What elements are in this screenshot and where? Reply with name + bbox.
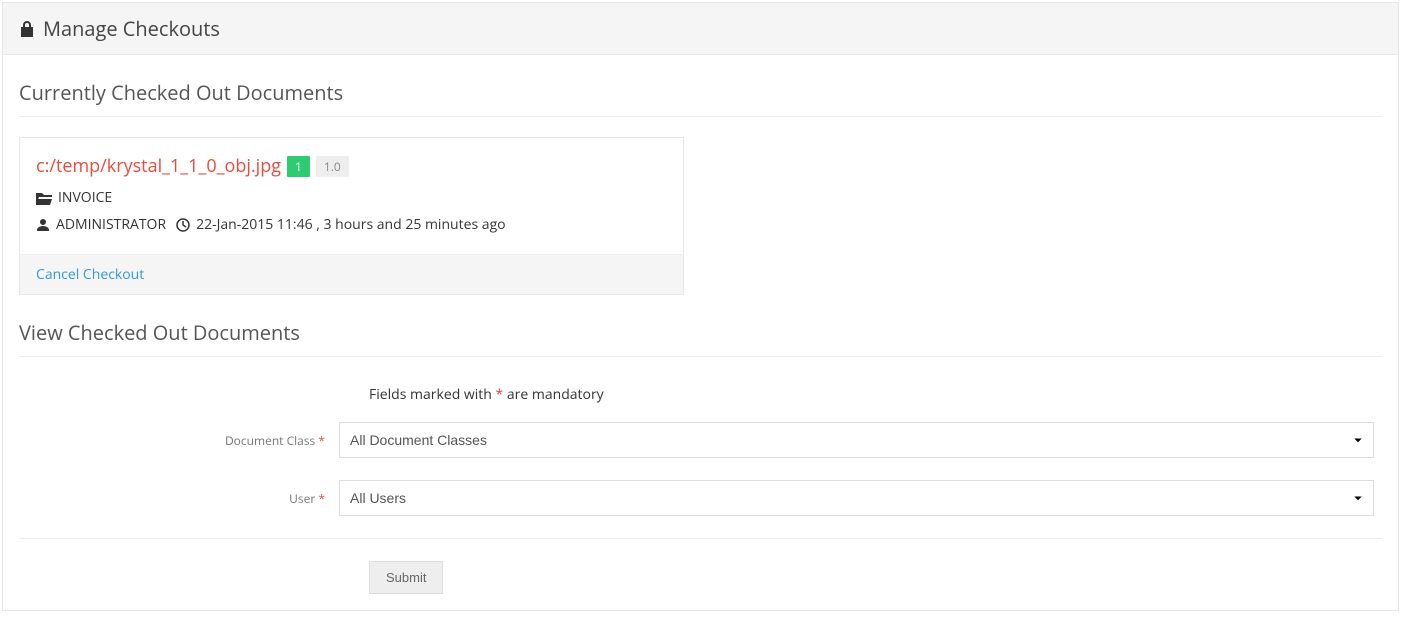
document-user: ADMINISTRATOR [56, 215, 166, 234]
clock-icon [176, 218, 190, 232]
user-label-text: User [289, 490, 315, 507]
document-title[interactable]: c:/temp/krystal_1_1_0_obj.jpg [36, 154, 281, 178]
document-timestamp: 22-Jan-2015 11:46 , 3 hours and 25 minut… [196, 215, 506, 234]
section-divider-2 [19, 356, 1382, 357]
mandatory-prefix: Fields marked with [369, 385, 496, 404]
document-class-value: INVOICE [58, 188, 112, 207]
checkout-card: c:/temp/krystal_1_1_0_obj.jpg 1 1.0 INVO… [19, 137, 684, 295]
lock-icon [19, 20, 35, 38]
required-asterisk: * [318, 432, 325, 449]
document-class-label: Document Class * [19, 432, 339, 449]
document-title-row: c:/temp/krystal_1_1_0_obj.jpg 1 1.0 [36, 154, 667, 178]
card-footer: Cancel Checkout [20, 254, 683, 294]
filter-form: Fields marked with * are mandatory Docum… [19, 377, 1382, 594]
version-badge: 1.0 [316, 156, 349, 177]
section-divider [19, 116, 1382, 117]
panel-heading: Manage Checkouts [3, 3, 1398, 55]
folder-icon [36, 191, 52, 205]
page-title: Manage Checkouts [43, 15, 220, 42]
mandatory-suffix: are mandatory [503, 385, 603, 404]
card-body: c:/temp/krystal_1_1_0_obj.jpg 1 1.0 INVO… [20, 138, 683, 254]
user-label: User * [19, 490, 339, 507]
panel-body: Currently Checked Out Documents c:/temp/… [3, 55, 1398, 610]
submit-button[interactable]: Submit [369, 561, 443, 594]
document-class-select[interactable]: All Document Classes [339, 422, 1374, 458]
form-divider [19, 538, 1382, 539]
document-meta-row: ADMINISTRATOR 22-Jan-2015 11:46 , 3 hour… [36, 215, 667, 234]
section-currently-checked-out: Currently Checked Out Documents [19, 79, 1382, 106]
count-badge: 1 [287, 156, 310, 177]
cancel-checkout-link[interactable]: Cancel Checkout [36, 265, 144, 284]
document-class-row: INVOICE [36, 188, 667, 207]
user-field-row: User * All Users [19, 480, 1382, 516]
document-class-label-text: Document Class [225, 432, 315, 449]
section-view-checked-out: View Checked Out Documents [19, 319, 1382, 346]
required-asterisk: * [318, 490, 325, 507]
manage-checkouts-panel: Manage Checkouts Currently Checked Out D… [2, 2, 1399, 611]
user-icon [36, 218, 50, 232]
document-class-field-row: Document Class * All Document Classes [19, 422, 1382, 458]
user-select[interactable]: All Users [339, 480, 1374, 516]
mandatory-hint: Fields marked with * are mandatory [369, 385, 1382, 404]
